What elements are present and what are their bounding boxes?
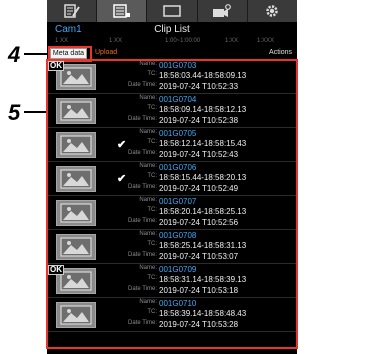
ok-mark-badge: OK (48, 61, 64, 71)
tab-monitor[interactable] (147, 0, 198, 22)
tab-clip-edit[interactable] (47, 0, 98, 22)
column-hint: 1:XX (225, 38, 239, 44)
page-title: Clip List (154, 24, 190, 35)
gear-icon (266, 5, 279, 17)
tab-camera-settings[interactable] (198, 0, 248, 22)
actions-button[interactable]: Actions (269, 49, 292, 56)
upload-button[interactable]: Upload (95, 49, 117, 56)
column-hint: 1:XXX (257, 38, 275, 44)
column-hint: 1:00~1:00:00 (165, 38, 201, 44)
column-hint: 1 XX (55, 38, 69, 44)
ok-mark-badge: OK (48, 265, 64, 275)
tab-clip-list[interactable] (97, 0, 148, 22)
camera-settings-icon (213, 4, 232, 17)
tab-settings[interactable] (248, 0, 297, 22)
clip-list-highlight-frame (46, 59, 298, 349)
clip-list-icon (113, 4, 130, 18)
callout-5-leader (24, 111, 48, 113)
clip-edit-icon (63, 4, 80, 18)
callout-4: 4 (8, 42, 21, 67)
callout-5: 5 (8, 100, 21, 125)
column-hint: 1 XX (109, 38, 123, 44)
tab-bar (47, 0, 297, 22)
monitor-icon (163, 5, 181, 17)
title-row: Cam1 Clip List (47, 22, 297, 37)
